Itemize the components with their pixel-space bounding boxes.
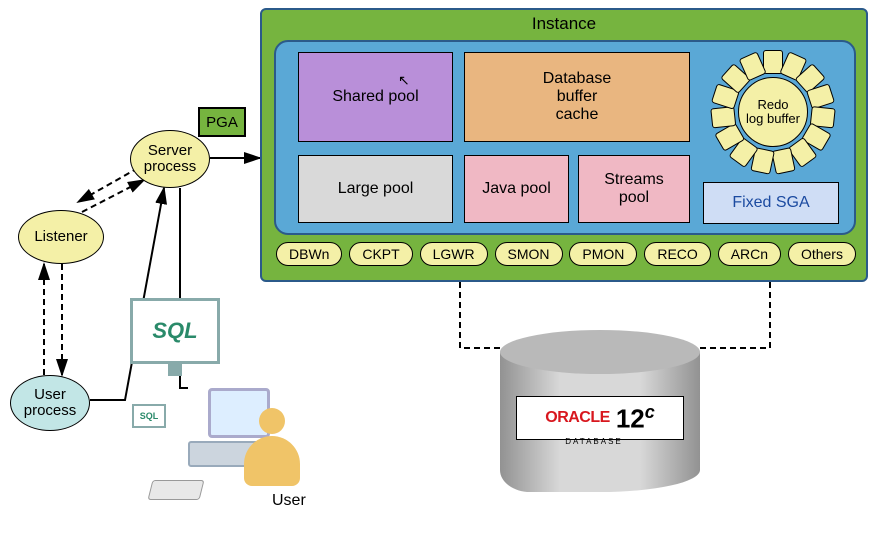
proc-lgwr: LGWR	[420, 242, 488, 266]
java-pool: Java pool	[464, 155, 569, 223]
instance-container: Instance Shared pool Database buffer cac…	[260, 8, 868, 282]
db-version: 12c	[616, 402, 655, 435]
db-subtext: DATABASE	[565, 437, 623, 446]
keyboard-icon	[148, 480, 205, 500]
proc-reco: RECO	[644, 242, 710, 266]
sql-small-icon: SQL	[132, 404, 166, 428]
sql-monitor-label: SQL	[130, 298, 220, 364]
proc-arcn: ARCn	[718, 242, 781, 266]
pga-box: PGA	[198, 107, 246, 137]
proc-ckpt: CKPT	[349, 242, 412, 266]
proc-dbwn: DBWn	[276, 242, 342, 266]
large-pool: Large pool	[298, 155, 453, 223]
user-process: User process	[10, 375, 90, 431]
proc-smon: SMON	[495, 242, 563, 266]
database-buffer-cache: Database buffer cache	[464, 52, 690, 142]
user-label: User	[272, 492, 306, 510]
listener: Listener	[18, 210, 104, 264]
proc-others: Others	[788, 242, 856, 266]
streams-pool: Streams pool	[578, 155, 690, 223]
background-processes: DBWn CKPT LGWR SMON PMON RECO ARCn Other…	[276, 242, 856, 266]
shared-pool: Shared pool	[298, 52, 453, 142]
db-vendor: ORACLE	[545, 409, 610, 426]
sql-monitor-icon: SQL	[130, 298, 220, 376]
user-icon	[242, 408, 302, 486]
redo-gear-icon: Redo log buffer	[711, 50, 835, 174]
proc-pmon: PMON	[569, 242, 637, 266]
database-cylinder-icon: ORACLE DATABASE 12c	[500, 330, 700, 500]
redo-log-buffer-wrap: Redo log buffer	[703, 44, 843, 179]
fixed-sga: Fixed SGA	[703, 182, 839, 224]
database-label: ORACLE DATABASE 12c	[516, 396, 684, 440]
instance-title: Instance	[262, 10, 866, 38]
server-process: Server process	[130, 130, 210, 188]
sga-box: Shared pool Database buffer cache Redo l…	[274, 40, 856, 235]
redo-log-buffer-label: Redo log buffer	[738, 77, 808, 147]
